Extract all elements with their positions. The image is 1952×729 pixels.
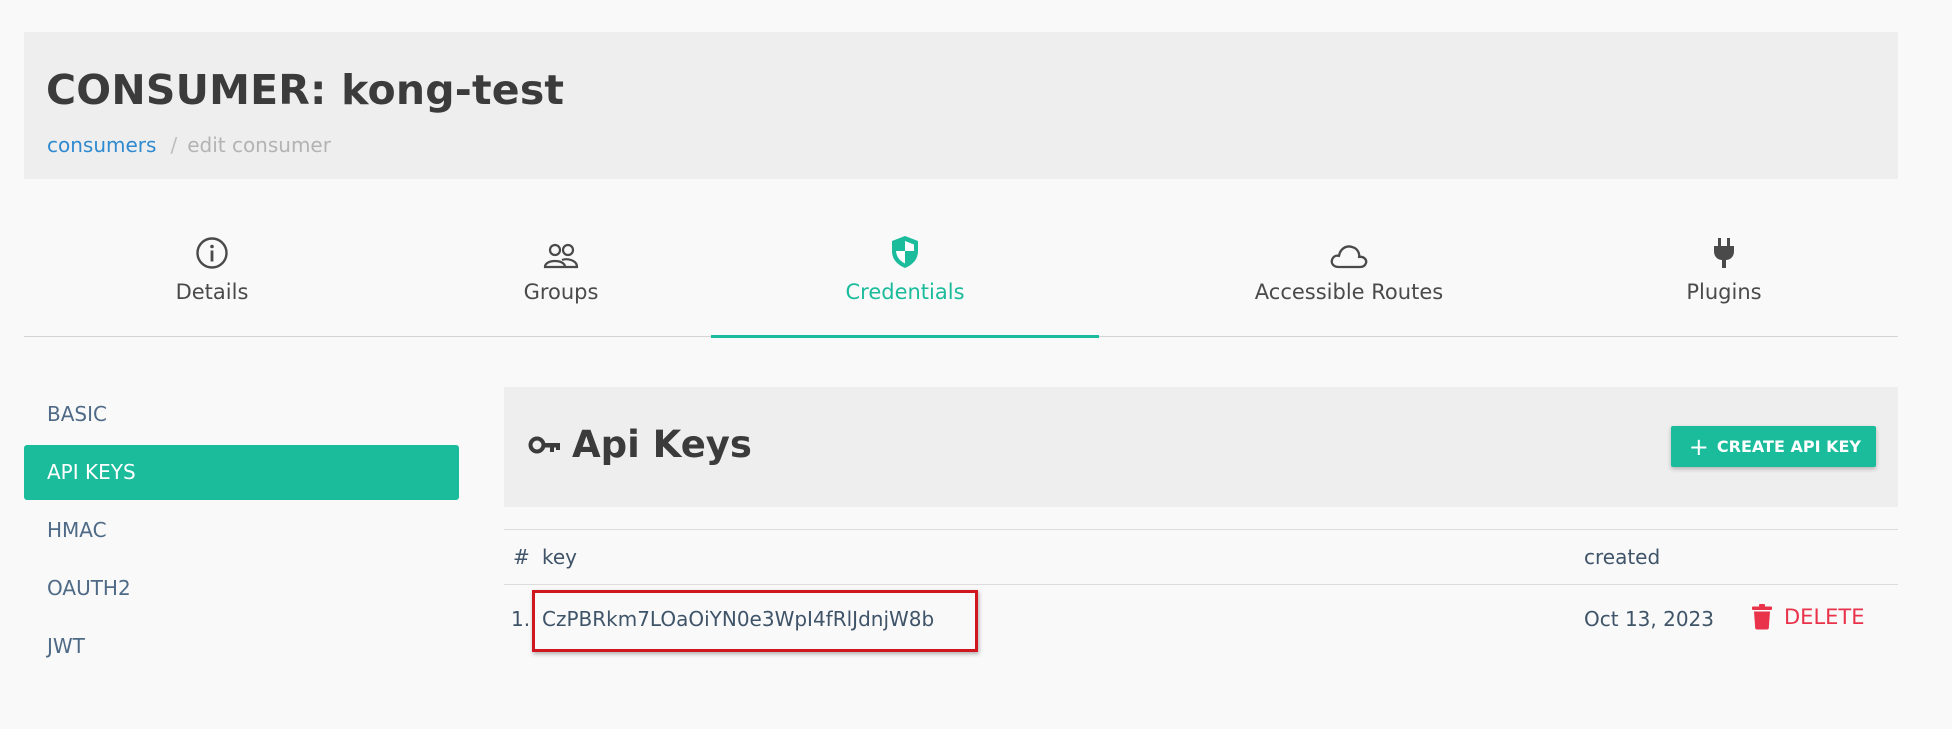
sidenav-item-oauth2[interactable]: OAUTH2 — [24, 561, 459, 616]
breadcrumb: consumers / edit consumer — [47, 133, 331, 157]
api-key-value: CzPBRkm7LOaOiYN0e3WpI4fRlJdnjW8b — [542, 607, 935, 631]
api-keys-table: # key created 1. CzPBRkm7LOaOiYN0e3WpI4f… — [504, 529, 1898, 657]
sidenav-item-api-keys[interactable]: API KEYS — [24, 445, 459, 500]
api-keys-panel-header: Api Keys + CREATE API KEY — [504, 387, 1898, 507]
consumer-tabs: Details Groups Credentials Accessible Ro… — [24, 230, 1898, 338]
cloud-icon — [1329, 242, 1369, 274]
users-icon — [543, 242, 579, 274]
shield-icon — [889, 234, 921, 274]
tab-credentials[interactable]: Credentials — [711, 230, 1099, 338]
tab-accessible-routes[interactable]: Accessible Routes — [1224, 230, 1474, 337]
panel-title: Api Keys — [528, 423, 752, 466]
trash-icon — [1752, 603, 1772, 630]
sidenav-item-basic[interactable]: BASIC — [24, 387, 459, 442]
tab-accessible-routes-label: Accessible Routes — [1254, 280, 1444, 304]
table-header: # key created — [504, 529, 1898, 585]
plus-icon: + — [1688, 432, 1709, 461]
breadcrumb-current: edit consumer — [187, 133, 331, 157]
row-index: 1. — [511, 607, 531, 631]
tab-details[interactable]: Details — [102, 230, 322, 337]
sidenav-item-hmac[interactable]: HMAC — [24, 503, 459, 558]
tab-groups[interactable]: Groups — [456, 230, 666, 337]
info-icon — [195, 236, 229, 274]
delete-label: DELETE — [1784, 604, 1865, 629]
tab-groups-label: Groups — [523, 280, 599, 304]
create-api-key-label: CREATE API KEY — [1716, 437, 1861, 456]
tab-details-label: Details — [175, 280, 249, 304]
header-created: created — [1584, 545, 1661, 569]
key-icon — [528, 434, 562, 456]
breadcrumb-consumers-link[interactable]: consumers — [47, 133, 156, 157]
tab-plugins[interactable]: Plugins — [1624, 230, 1824, 337]
page-header: CONSUMER: kong-test consumers / edit consu… — [24, 32, 1898, 179]
header-index: # — [513, 545, 530, 569]
delete-button[interactable]: DELETE — [1752, 603, 1865, 630]
header-key: key — [542, 545, 578, 569]
plug-icon — [1712, 236, 1736, 274]
table-row: 1. CzPBRkm7LOaOiYN0e3WpI4fRlJdnjW8b Oct … — [504, 585, 1898, 657]
sidenav-item-jwt[interactable]: JWT — [24, 619, 459, 674]
panel-title-text: Api Keys — [572, 423, 752, 466]
tab-plugins-label: Plugins — [1686, 280, 1762, 304]
create-api-key-button[interactable]: + CREATE API KEY — [1670, 426, 1876, 467]
page-title: CONSUMER: kong-test — [46, 66, 565, 114]
credentials-sidenav: BASIC API KEYS HMAC OAUTH2 JWT — [24, 387, 459, 677]
created-date: Oct 13, 2023 — [1584, 607, 1714, 631]
breadcrumb-separator: / — [170, 133, 178, 157]
tab-credentials-label: Credentials — [845, 280, 965, 304]
